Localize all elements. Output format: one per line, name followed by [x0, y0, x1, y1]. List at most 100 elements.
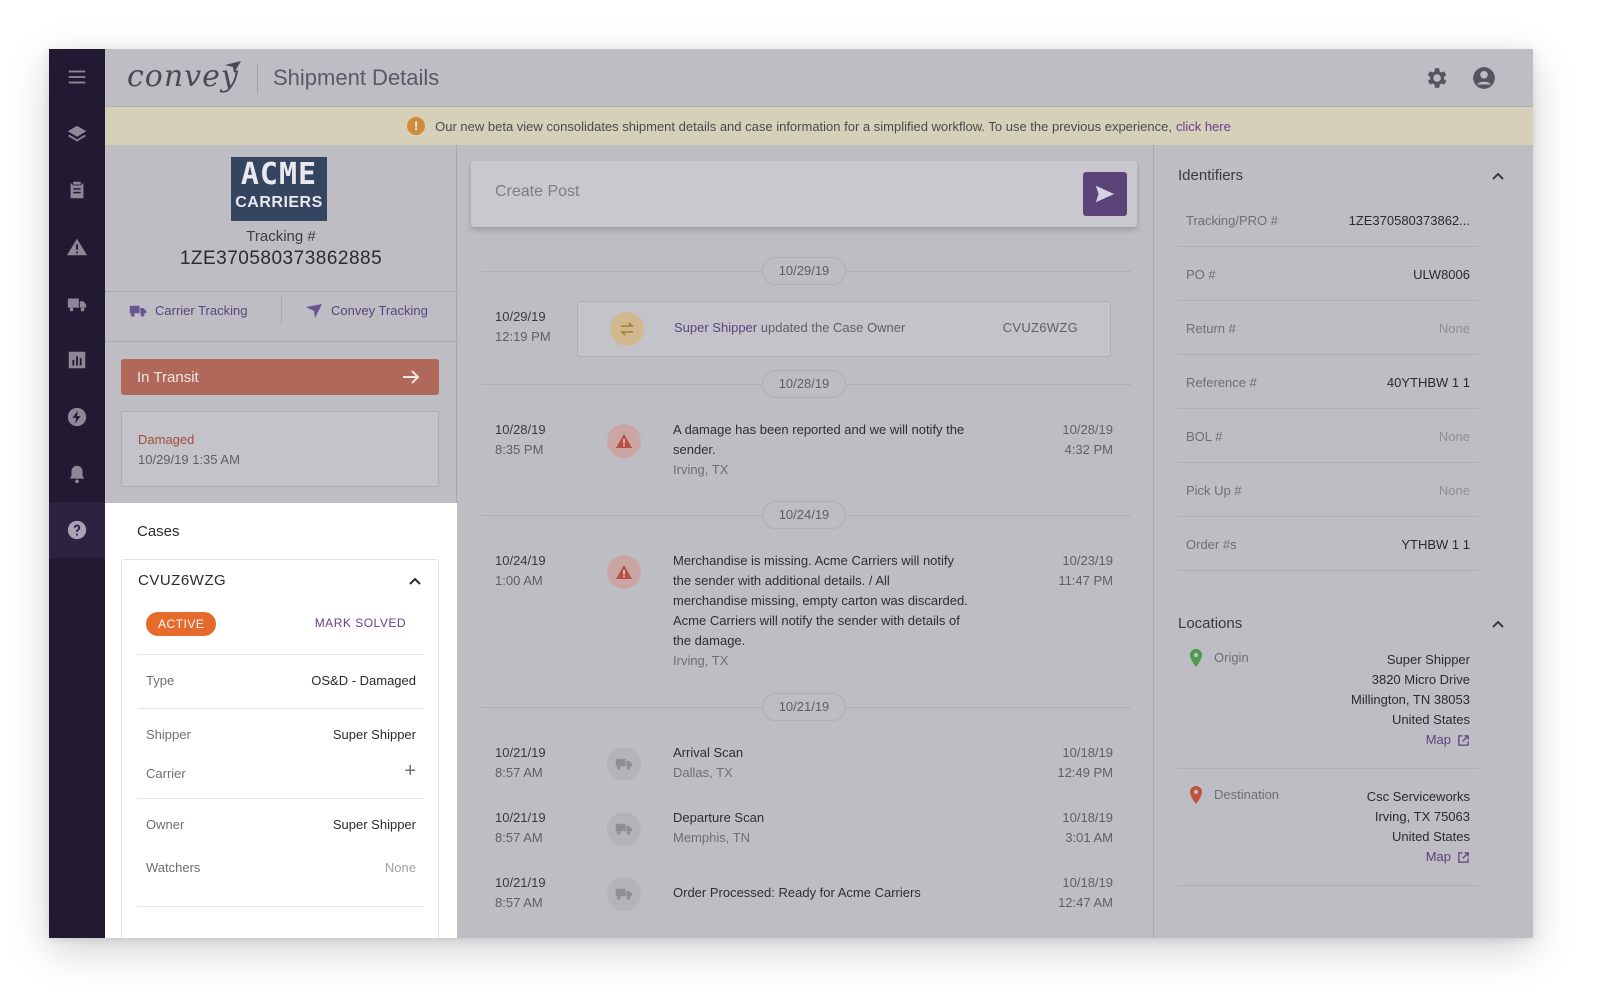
date-pill: 10/28/19 [762, 370, 846, 398]
carrier-date: 10/18/19 [1062, 745, 1113, 760]
send-button[interactable] [1083, 172, 1127, 216]
tracking-label: Tracking # [246, 228, 316, 245]
origin-location: Origin Super Shipper 3820 Micro Drive Mi… [1178, 649, 1478, 769]
case-card: CVUZ6WZG ACTIVE MARK SOLVED Type OS&D - … [121, 559, 439, 938]
destination-label: Destination [1214, 787, 1280, 802]
event-location: Memphis, TN [673, 830, 751, 845]
truck-icon [607, 812, 641, 846]
case-update-text: Super Shipper updated the Case Owner [674, 320, 905, 335]
timeline-time: 10/28/19 8:35 PM [495, 420, 546, 460]
identifier-row: Return # None [1178, 301, 1478, 355]
identifier-key: Tracking/PRO # [1186, 213, 1278, 228]
chevron-up-icon[interactable] [1491, 617, 1505, 631]
gear-icon[interactable] [1423, 65, 1449, 91]
event-line: Acme Carriers will notify the sender wit… [673, 613, 960, 628]
bolt-icon[interactable] [49, 389, 105, 445]
carrier-tracking-label: Carrier Tracking [155, 303, 248, 318]
case-id[interactable]: CVUZ6WZG [138, 572, 226, 589]
divider [105, 291, 457, 292]
map-label: Map [1425, 849, 1451, 864]
event-line: A damage has been reported and we will n… [673, 422, 965, 437]
header-divider [257, 63, 258, 93]
tracking-number: 1ZE370580373862885 [179, 248, 383, 269]
warning-icon [607, 555, 641, 589]
identifier-key: PO # [1186, 267, 1216, 282]
destination-map-link[interactable]: Map [1426, 847, 1470, 867]
carrier-date: 10/28/19 [1062, 422, 1113, 437]
carrier-hour: 12:49 PM [1057, 765, 1113, 780]
case-row-key: Carrier [146, 766, 186, 781]
help-icon[interactable] [49, 502, 105, 558]
case-row-value: Super Shipper [332, 817, 416, 832]
timeline-event: A damage has been reported and we will n… [673, 420, 1003, 480]
destination-pin-icon [1190, 786, 1202, 804]
status-badge: ACTIVE [146, 612, 217, 636]
case-update-card[interactable]: Super Shipper updated the Case Owner CVU… [577, 301, 1111, 357]
truck-icon [129, 305, 147, 317]
layers-icon[interactable] [49, 106, 105, 162]
convey-logo[interactable]: convey [127, 59, 239, 94]
event-line: sender. [673, 442, 716, 457]
case-row-type: Type OS&D - Damaged [138, 654, 424, 706]
convey-tracking-label: Convey Tracking [331, 303, 428, 318]
convey-tracking-link[interactable]: Convey Tracking [305, 303, 428, 318]
date-pill: 10/21/19 [762, 693, 846, 721]
banner-link[interactable]: click here [1176, 119, 1231, 134]
carrier-tracking-link[interactable]: Carrier Tracking [129, 303, 247, 318]
truck-icon[interactable] [49, 276, 105, 332]
app-window: convey Shipment Details ! Our new beta v… [49, 49, 1533, 938]
chevron-up-icon[interactable] [408, 574, 422, 588]
chevron-up-icon[interactable] [1491, 169, 1505, 183]
case-row-key: Type [146, 673, 175, 688]
case-row-value: OS&D - Damaged [311, 673, 416, 688]
carrier-hour: 4:32 PM [1064, 442, 1113, 457]
timeline-date: 10/21/19 [495, 810, 546, 825]
identifier-row: BOL # None [1178, 409, 1478, 463]
timeline-hour: 8:35 PM [495, 442, 544, 457]
destination-city: Irving, TX 75063 [1374, 809, 1470, 824]
timeline-hour: 8:57 AM [495, 895, 543, 910]
carrier-logo-line1: ACME [240, 157, 318, 192]
carrier-time: 10/18/19 12:47 AM [1033, 873, 1113, 913]
timeline-hour: 1:00 AM [495, 573, 543, 588]
origin-name: Super Shipper [1386, 652, 1470, 667]
chart-icon[interactable] [49, 332, 105, 388]
account-icon[interactable] [1471, 65, 1497, 91]
event-line: Departure Scan [673, 810, 765, 825]
carrier-hour: 3:01 AM [1065, 830, 1113, 845]
date-pill: 10/24/19 [762, 501, 846, 529]
timeline-date: 10/21/19 [495, 745, 546, 760]
identifier-value: YTHBW 1 1 [1401, 537, 1470, 552]
event-line: merchandise missing, empty carton was di… [673, 593, 968, 608]
menu-icon[interactable] [49, 49, 105, 105]
timeline-time: 10/21/19 8:57 AM [495, 743, 546, 783]
update-author[interactable]: Super Shipper [674, 320, 757, 335]
carrier-date: 10/18/19 [1062, 875, 1113, 890]
tracking-links: Carrier Tracking Convey Tracking [105, 293, 457, 333]
mark-solved-button[interactable]: MARK SOLVED [315, 616, 406, 630]
cases-panel: Cases CVUZ6WZG ACTIVE MARK SOLVED Type O… [105, 503, 457, 938]
identifier-row: Pick Up # None [1178, 463, 1478, 517]
status-label: In Transit [137, 368, 199, 386]
origin-label: Origin [1214, 650, 1249, 665]
create-post-input[interactable]: Create Post [495, 183, 579, 201]
add-carrier-button[interactable]: + [404, 760, 416, 783]
carrier-time: 10/23/19 11:47 PM [1033, 551, 1113, 591]
bell-icon[interactable] [49, 446, 105, 502]
warning-icon: ! [407, 117, 426, 135]
truck-icon [607, 747, 641, 781]
case-row-key: Owner [146, 817, 185, 832]
clipboard-icon[interactable] [49, 162, 105, 218]
timeline-time: 10/24/19 1:00 AM [495, 551, 546, 591]
event-line: Merchandise is missing. Acme Carriers wi… [673, 553, 955, 568]
map-label: Map [1425, 732, 1451, 747]
latest-event-card[interactable]: Damaged 10/29/19 1:35 AM [121, 411, 439, 487]
links-divider [281, 297, 282, 325]
alert-icon[interactable] [49, 219, 105, 275]
update-action: updated the Case Owner [760, 320, 906, 335]
timeline-event: Order Processed: Ready for Acme Carriers [673, 883, 1003, 903]
origin-map-link[interactable]: Map [1426, 730, 1470, 750]
carrier-time: 10/18/19 12:49 PM [1033, 743, 1113, 783]
timeline-hour: 8:57 AM [495, 830, 543, 845]
status-button[interactable]: In Transit [121, 359, 439, 395]
